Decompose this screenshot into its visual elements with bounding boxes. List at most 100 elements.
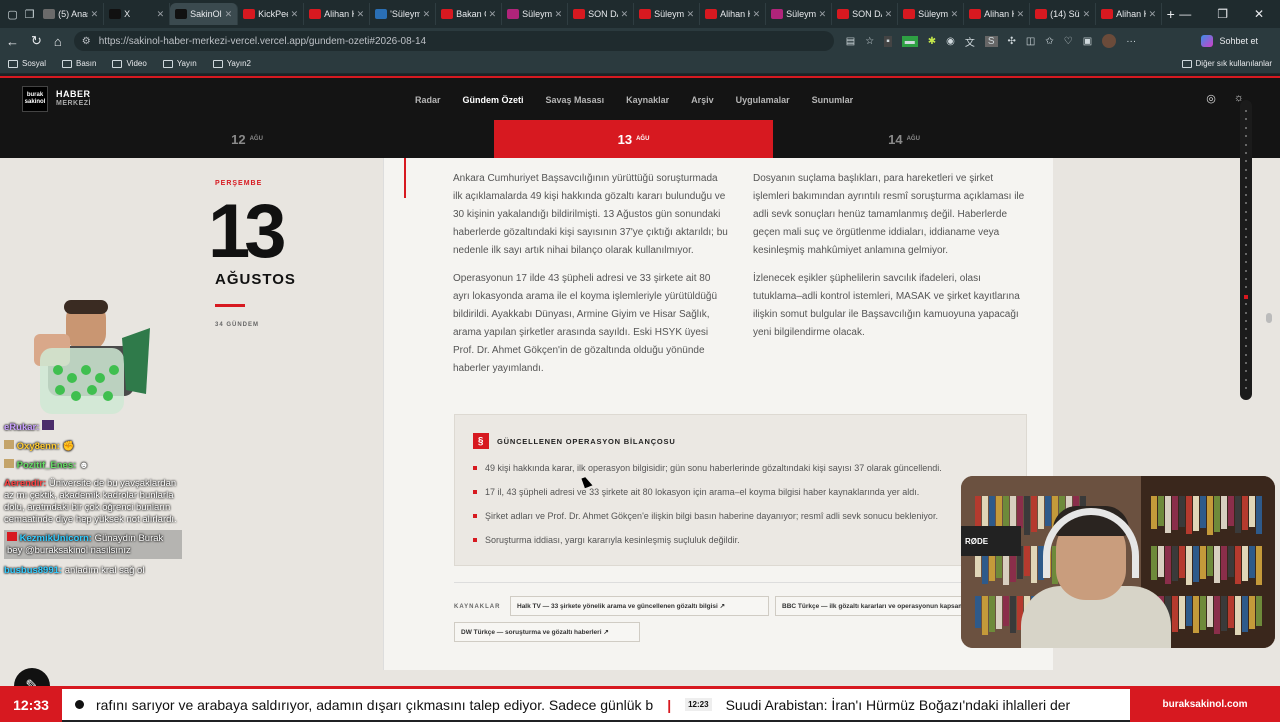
- bookmark-folder[interactable]: Yayın: [162, 59, 197, 68]
- browser-tab[interactable]: Süleyma✕: [766, 3, 833, 25]
- rail-marker[interactable]: [1245, 210, 1247, 213]
- rail-marker[interactable]: [1245, 269, 1247, 272]
- nav-item[interactable]: Kaynaklar: [626, 78, 669, 122]
- rail-marker[interactable]: [1245, 152, 1247, 154]
- rail-marker[interactable]: [1245, 252, 1247, 255]
- collections-icon[interactable]: ▣: [1083, 36, 1092, 47]
- tab-close-icon[interactable]: ✕: [489, 9, 497, 20]
- reload-icon[interactable]: ↻: [31, 33, 42, 49]
- tab-close-icon[interactable]: ✕: [291, 9, 299, 20]
- rail-marker[interactable]: [1245, 168, 1247, 171]
- favorite-star-icon[interactable]: ☆: [865, 36, 874, 47]
- rail-marker[interactable]: [1245, 160, 1247, 163]
- rail-marker[interactable]: [1245, 311, 1247, 314]
- rail-marker[interactable]: [1245, 236, 1247, 238]
- rail-marker[interactable]: [1245, 194, 1247, 196]
- tab-close-icon[interactable]: ✕: [1149, 9, 1157, 20]
- browser-tab[interactable]: SON DA ✕: [832, 3, 899, 25]
- nav-item[interactable]: Uygulamalar: [736, 78, 790, 122]
- rail-marker[interactable]: [1245, 118, 1247, 121]
- url-field[interactable]: ⚙ https://sakinol-haber-merkezi-vercel.v…: [73, 31, 834, 51]
- browser-tab[interactable]: Alihan K ✕: [964, 3, 1031, 25]
- nav-item[interactable]: Gündem Özeti: [462, 78, 524, 123]
- rail-marker[interactable]: [1245, 370, 1247, 373]
- browser-tab[interactable]: SakinOl ✕: [170, 3, 239, 25]
- tab-close-icon[interactable]: ✕: [621, 9, 629, 20]
- rail-marker[interactable]: [1245, 177, 1247, 180]
- rail-marker[interactable]: [1245, 336, 1247, 339]
- rail-marker[interactable]: [1245, 126, 1247, 129]
- maximize-icon[interactable]: ❐: [1217, 7, 1228, 21]
- copilot-button[interactable]: Sohbet et: [1201, 35, 1258, 47]
- nav-item[interactable]: Radar: [415, 78, 441, 122]
- tab-close-icon[interactable]: ✕: [951, 9, 959, 20]
- rail-marker[interactable]: [1245, 320, 1247, 322]
- extension-icon[interactable]: ▪: [884, 35, 892, 47]
- rail-marker[interactable]: [1245, 185, 1247, 188]
- section-rail[interactable]: [1240, 100, 1252, 400]
- rail-marker[interactable]: [1245, 219, 1247, 222]
- rail-marker[interactable]: [1245, 202, 1247, 205]
- rail-marker[interactable]: [1245, 328, 1247, 331]
- browser-tab[interactable]: Alihan K ✕: [304, 3, 371, 25]
- rail-marker[interactable]: [1245, 135, 1247, 138]
- translate-icon[interactable]: 文: [965, 34, 975, 49]
- heart-icon[interactable]: ♡: [1064, 36, 1073, 47]
- rail-marker[interactable]: [1245, 303, 1247, 306]
- puzzle-icon[interactable]: ✣: [1008, 36, 1016, 47]
- browser-tab[interactable]: X ✕: [104, 3, 171, 25]
- tab-close-icon[interactable]: ✕: [357, 9, 365, 20]
- browser-tab[interactable]: (14) Sül ✕: [1030, 3, 1097, 25]
- bookmark-other[interactable]: Diğer sık kullanılanlar: [1181, 59, 1272, 68]
- extension-icon[interactable]: ◉: [946, 36, 955, 47]
- scroll-thumb[interactable]: [1266, 313, 1272, 323]
- extension-icon[interactable]: S: [984, 35, 998, 47]
- site-logo[interactable]: burak sakinol HABER MERKEZİ: [22, 86, 91, 112]
- bookmark-folder[interactable]: Basın: [62, 59, 96, 68]
- browser-tab[interactable]: (5) Anas✕: [38, 3, 105, 25]
- browser-tab[interactable]: KickPee ✕: [238, 3, 305, 25]
- tab-close-icon[interactable]: ✕: [225, 9, 233, 20]
- date-tab-14[interactable]: 14 AĞU: [773, 120, 1035, 158]
- browser-tab[interactable]: SON DA ✕: [568, 3, 635, 25]
- browser-tab[interactable]: Bakan Ç ✕: [436, 3, 503, 25]
- home-icon[interactable]: ⌂: [54, 34, 62, 49]
- rail-marker[interactable]: [1245, 286, 1247, 289]
- profile-avatar[interactable]: [1102, 34, 1117, 48]
- browser-tab[interactable]: Alihan K ✕: [1096, 3, 1163, 25]
- date-tab-13[interactable]: 13 AĞU: [494, 120, 773, 158]
- extension-icon[interactable]: ▬: [901, 35, 918, 47]
- favorites-icon[interactable]: ✩: [1045, 36, 1053, 47]
- tab-close-icon[interactable]: ✕: [687, 9, 695, 20]
- browser-tab[interactable]: Süleyma✕: [634, 3, 701, 25]
- rail-marker[interactable]: [1245, 110, 1247, 112]
- tab-close-icon[interactable]: ✕: [885, 9, 893, 20]
- minimize-icon[interactable]: —: [1179, 7, 1191, 21]
- more-icon[interactable]: ···: [1126, 36, 1136, 47]
- rail-marker[interactable]: [1245, 244, 1247, 247]
- bookmark-folder[interactable]: Video: [112, 59, 147, 68]
- source-link[interactable]: DW Türkçe — soruşturma ve gözaltı haberl…: [454, 622, 640, 642]
- nav-item[interactable]: Savaş Masası: [546, 78, 605, 122]
- nav-item[interactable]: Sunumlar: [812, 78, 854, 122]
- tab-close-icon[interactable]: ✕: [1083, 9, 1091, 20]
- split-view-icon[interactable]: ◫: [1026, 36, 1035, 47]
- reader-icon[interactable]: ▤: [846, 36, 855, 47]
- tab-close-icon[interactable]: ✕: [157, 9, 165, 20]
- tab-close-icon[interactable]: ✕: [819, 9, 827, 20]
- tab-close-icon[interactable]: ✕: [753, 9, 761, 20]
- site-info-icon[interactable]: ⚙: [82, 36, 91, 47]
- browser-tab[interactable]: 'Süleym ✕: [370, 3, 437, 25]
- nav-item[interactable]: Arşiv: [691, 78, 714, 122]
- close-window-icon[interactable]: ✕: [1254, 7, 1264, 21]
- rail-marker[interactable]: [1245, 387, 1247, 390]
- rail-marker[interactable]: [1245, 345, 1247, 348]
- extension-icon[interactable]: ✱: [928, 36, 936, 47]
- tab-actions-icon[interactable]: ❐: [21, 4, 38, 24]
- rail-marker[interactable]: [1245, 378, 1247, 381]
- date-tab-12[interactable]: 12 AĞU: [0, 120, 494, 158]
- browser-tab[interactable]: Alihan K ✕: [700, 3, 767, 25]
- bookmark-folder[interactable]: Sosyal: [8, 59, 46, 68]
- bookmark-folder[interactable]: Yayın2: [212, 59, 251, 68]
- tab-close-icon[interactable]: ✕: [423, 9, 431, 20]
